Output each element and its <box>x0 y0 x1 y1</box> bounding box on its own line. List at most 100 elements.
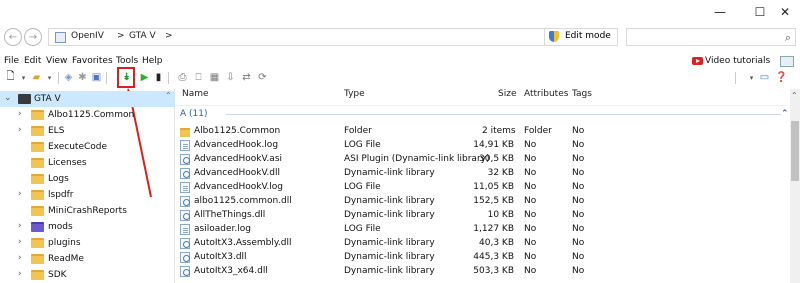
table-row[interactable]: AdvancedHookV.log LOG File 11,05 KB No N… <box>176 181 786 195</box>
cell-attributes: Folder <box>524 126 552 136</box>
menu-tools[interactable]: Tools <box>116 56 138 66</box>
chevron-right-icon[interactable]: › <box>18 237 22 247</box>
tree-item[interactable]: › lspdfr <box>0 187 175 203</box>
group-header[interactable]: A (11) <box>180 109 208 119</box>
breadcrumb-gta-v[interactable]: GTA V <box>129 31 156 41</box>
table-row[interactable]: AllTheThings.dll Dynamic-link library 10… <box>176 209 786 223</box>
tree-item[interactable]: MiniCrashReports <box>0 203 175 219</box>
scrollbar-thumb[interactable] <box>791 121 799 181</box>
preview-icon[interactable]: ⎙ <box>176 71 189 84</box>
forward-button[interactable]: → <box>24 28 42 46</box>
archive-icon[interactable]: ◈ <box>62 71 75 84</box>
chevron-down-icon[interactable]: ⌄ <box>4 93 12 103</box>
export-icon[interactable]: ⇩ <box>224 71 237 84</box>
open-folder-icon[interactable]: ▰ <box>30 71 43 84</box>
chevron-right-icon[interactable]: › <box>18 253 22 263</box>
dropdown-arrow-icon[interactable]: ▾ <box>745 71 758 84</box>
image-icon[interactable]: ▣ <box>90 71 103 84</box>
breadcrumb-separator[interactable]: > <box>165 31 173 41</box>
tree-item-label: Logs <box>48 174 69 184</box>
grid-icon[interactable]: ▦ <box>208 71 221 84</box>
table-row[interactable]: AutoItX3.dll Dynamic-link library 445,3 … <box>176 251 786 265</box>
back-button[interactable]: ← <box>4 28 22 46</box>
table-row[interactable]: AutoItX3_x64.dll Dynamic-link library 50… <box>176 265 786 279</box>
list-scrollbar[interactable]: ⌃ <box>790 89 800 283</box>
chevron-right-icon[interactable]: › <box>18 269 22 279</box>
tree-item[interactable]: › SDK <box>0 267 175 283</box>
view-pane-icon[interactable]: ▭ <box>758 71 771 84</box>
column-header-attributes[interactable]: Attributes <box>524 89 568 104</box>
breadcrumb[interactable]: OpenIV > GTA V > <box>48 28 618 46</box>
chevron-right-icon[interactable]: › <box>18 221 22 231</box>
shield-icon <box>549 31 559 42</box>
tree-item[interactable]: › ELS <box>0 123 175 139</box>
tree-item[interactable]: › Albo1125.Common <box>0 107 175 123</box>
menu-file[interactable]: File <box>4 56 19 66</box>
tree-item[interactable]: Logs <box>0 171 175 187</box>
search-input[interactable]: ⌕ <box>626 28 796 46</box>
menu-help[interactable]: Help <box>142 56 163 66</box>
tree-item-label: GTA V <box>34 94 61 104</box>
table-row[interactable]: AdvancedHookV.dll Dynamic-link library 3… <box>176 167 786 181</box>
table-row[interactable]: AdvancedHookV.asi ASI Plugin (Dynamic-li… <box>176 153 786 167</box>
menu-favorites[interactable]: Favorites <box>72 56 113 66</box>
play-icon[interactable]: ▶ <box>138 71 151 84</box>
toolbar-separator <box>735 72 736 84</box>
dll-file-icon <box>180 266 190 277</box>
settings-icon[interactable]: ✱ <box>76 71 89 84</box>
folder-icon <box>31 254 44 264</box>
table-row[interactable]: albo1125.common.dll Dynamic-link library… <box>176 195 786 209</box>
document-icon[interactable]: ⎕ <box>192 71 205 84</box>
column-header-tags[interactable]: Tags <box>572 89 592 104</box>
menu-view[interactable]: View <box>46 56 67 66</box>
package-icon[interactable]: ▮ <box>152 71 165 84</box>
cell-size: 40,3 KB <box>479 238 514 248</box>
table-row[interactable]: AutoItX3.Assembly.dll Dynamic-link libra… <box>176 237 786 251</box>
toolbar-separator <box>58 72 59 84</box>
tree-item[interactable]: › ReadMe <box>0 251 175 267</box>
dropdown-arrow-icon[interactable]: ▾ <box>17 71 30 84</box>
close-window-button[interactable]: ✕ <box>765 0 800 24</box>
chevron-right-icon[interactable]: › <box>18 189 22 199</box>
table-row[interactable]: asiloader.log LOG File 1,127 KB No No <box>176 223 786 237</box>
table-row[interactable]: AdvancedHook.log LOG File 14,91 KB No No <box>176 139 786 153</box>
new-file-icon[interactable]: 🗋 <box>4 71 17 84</box>
tree-scrollbar[interactable]: ⌃ <box>164 89 174 283</box>
column-header-size[interactable]: Size <box>498 89 516 104</box>
cell-name: AdvancedHookV.asi <box>194 154 283 164</box>
table-row[interactable]: Albo1125.Common Folder 2 items Folder No <box>176 125 786 139</box>
tree-item[interactable]: ExecuteCode <box>0 139 175 155</box>
dropdown-arrow-icon[interactable]: ▾ <box>43 71 56 84</box>
cell-size: 11,05 KB <box>473 182 514 192</box>
cell-type: Folder <box>344 126 372 136</box>
replace-icon[interactable]: ⇄ <box>240 71 253 84</box>
chevron-up-icon[interactable]: ⌃ <box>781 109 789 119</box>
scroll-up-icon[interactable]: ⌃ <box>791 91 798 100</box>
menu-edit[interactable]: Edit <box>24 56 41 66</box>
column-header-name[interactable]: Name <box>182 89 209 104</box>
column-header-type[interactable]: Type <box>344 89 365 104</box>
edit-mode-label: Edit mode <box>565 31 611 41</box>
tree-item[interactable]: Licenses <box>0 155 175 171</box>
cell-type: Dynamic-link library <box>344 210 435 220</box>
cell-type: LOG File <box>344 224 381 234</box>
log-file-icon <box>180 182 190 193</box>
video-tutorials-link[interactable]: Video tutorials <box>692 56 770 66</box>
cell-type: Dynamic-link library <box>344 252 435 262</box>
folder-tree: ⌄ GTA V › Albo1125.Common › ELS ExecuteC… <box>0 89 175 283</box>
cell-tags: No <box>572 238 585 248</box>
minimize-button[interactable]: — <box>700 0 740 24</box>
chevron-right-icon[interactable]: › <box>18 125 22 135</box>
rebuild-icon[interactable]: ⟳ <box>256 71 269 84</box>
help-icon[interactable]: ❓ <box>775 71 788 84</box>
tree-item[interactable]: › plugins <box>0 235 175 251</box>
layout-toggle-button[interactable] <box>780 56 794 67</box>
tree-item-gta-v[interactable]: ⌄ GTA V <box>0 91 175 107</box>
breadcrumb-openiv[interactable]: OpenIV <box>71 31 104 41</box>
cell-size: 30,5 KB <box>479 154 514 164</box>
scroll-up-icon[interactable]: ⌃ <box>165 91 172 100</box>
chevron-right-icon[interactable]: › <box>18 109 22 119</box>
cell-name: AutoItX3.Assembly.dll <box>194 238 292 248</box>
edit-mode-button[interactable]: Edit mode <box>544 28 618 46</box>
tree-item[interactable]: › mods <box>0 219 175 235</box>
